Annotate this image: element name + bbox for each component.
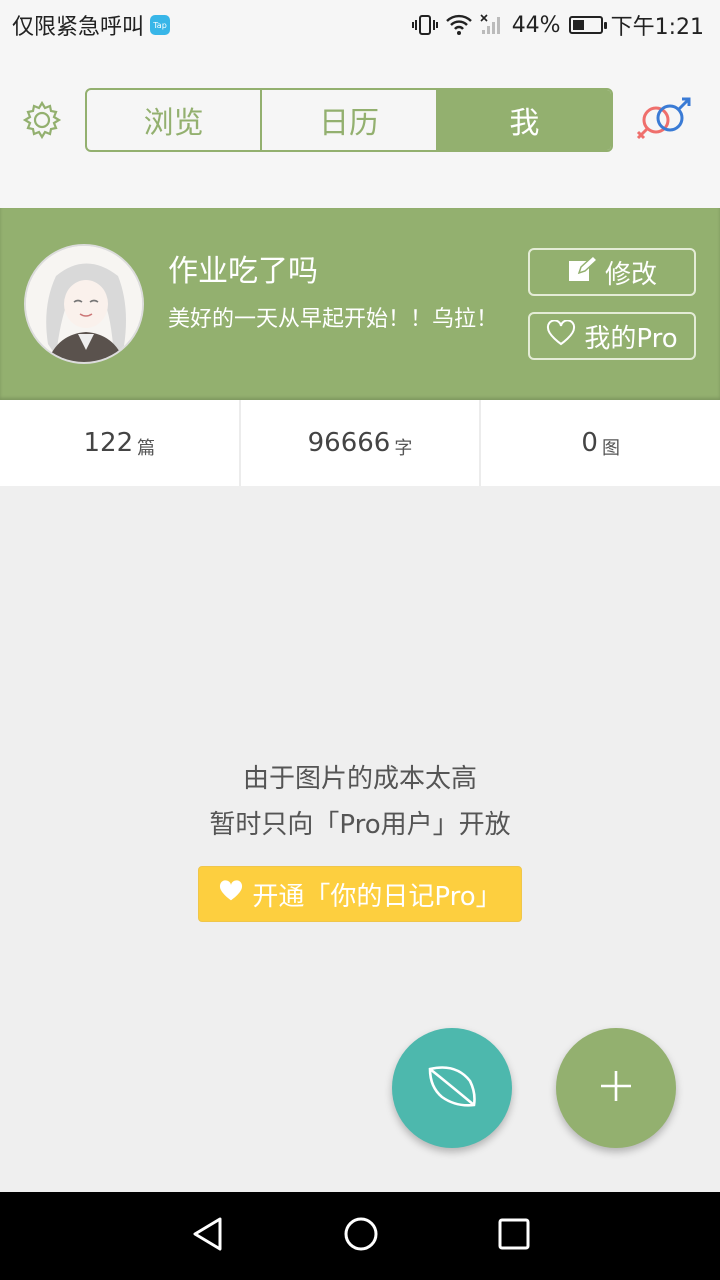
add-fab-button[interactable]	[556, 1028, 676, 1148]
heart-icon	[546, 319, 576, 353]
battery-fill	[572, 20, 585, 30]
stat-words-unit: 字	[394, 438, 413, 459]
gender-icon[interactable]	[632, 94, 698, 150]
status-bar: 仅限紧急呼叫 Tap 44% 下午1:21	[0, 0, 720, 50]
user-bio: 美好的一天从早起开始！！乌拉！	[168, 307, 499, 332]
system-nav-bar	[0, 1192, 720, 1280]
battery-percent: 44%	[511, 12, 561, 38]
recents-icon[interactable]	[498, 1218, 530, 1254]
activate-pro-label: 开通「你的日记Pro」	[252, 881, 502, 912]
segmented-tabs: 浏览 日历 我	[85, 88, 613, 152]
top-header: 浏览 日历 我	[0, 50, 720, 208]
profile-card: 作业吃了吗 美好的一天从早起开始！！乌拉！ 修改 我的Pro	[0, 208, 720, 400]
back-icon[interactable]	[190, 1216, 224, 1256]
signal-icon	[480, 14, 504, 36]
avatar[interactable]	[24, 244, 144, 364]
tab-me[interactable]: 我	[437, 90, 611, 150]
edit-label: 修改	[604, 259, 657, 290]
activate-pro-button[interactable]: 开通「你的日记Pro」	[198, 866, 522, 922]
pro-notice: 由于图片的成本太高 暂时只向「Pro用户」开放	[0, 756, 720, 848]
plus-icon	[599, 1069, 633, 1107]
leaf-icon	[426, 1063, 478, 1113]
pro-label: 我的Pro	[584, 323, 678, 354]
wifi-icon	[445, 14, 472, 36]
leaf-fab-button[interactable]	[392, 1028, 512, 1148]
status-left: 仅限紧急呼叫 Tap	[12, 9, 171, 41]
my-pro-button[interactable]: 我的Pro	[528, 312, 696, 360]
stat-entries-value: 122	[83, 428, 134, 458]
carrier-text: 仅限紧急呼叫	[12, 15, 145, 40]
stat-entries[interactable]: 122 篇	[0, 400, 241, 486]
stat-words[interactable]: 96666 字	[241, 400, 482, 486]
stat-images-unit: 图	[601, 438, 620, 459]
battery-icon	[568, 16, 607, 34]
edit-profile-button[interactable]: 修改	[528, 248, 696, 296]
clock: 下午1:21	[610, 15, 704, 40]
status-right: 44% 下午1:21	[411, 9, 704, 41]
stat-images-value: 0	[581, 428, 598, 458]
stat-images[interactable]: 0 图	[481, 400, 720, 486]
edit-icon	[567, 254, 599, 290]
stats-bar: 122 篇 96666 字 0 图	[0, 400, 720, 486]
notice-line-2: 暂时只向「Pro用户」开放	[209, 810, 511, 840]
app-badge-icon: Tap	[150, 15, 171, 35]
home-icon[interactable]	[343, 1216, 379, 1256]
username: 作业吃了吗	[168, 254, 318, 289]
stat-entries-unit: 篇	[137, 438, 156, 459]
heart-icon	[218, 879, 244, 909]
stat-words-value: 96666	[307, 428, 391, 458]
notice-line-1: 由于图片的成本太高	[242, 764, 477, 794]
tab-calendar[interactable]: 日历	[262, 90, 438, 150]
tab-browse[interactable]: 浏览	[87, 90, 263, 150]
vibrate-icon	[411, 14, 438, 36]
gear-icon[interactable]	[22, 100, 62, 140]
